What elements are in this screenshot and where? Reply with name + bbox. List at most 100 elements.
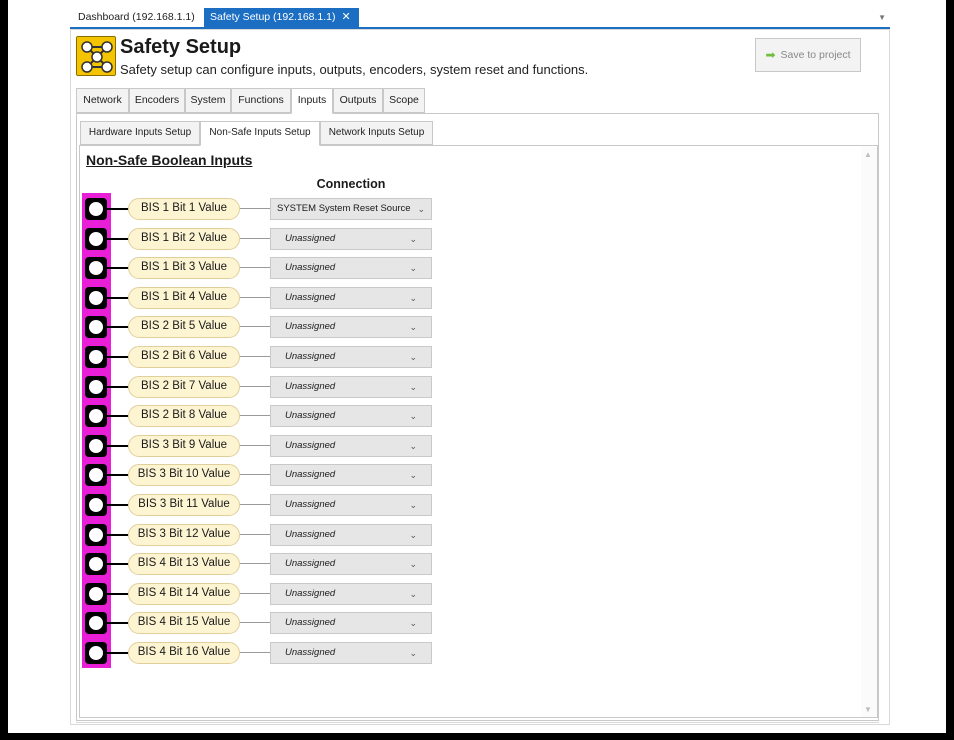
chevron-down-icon: ⌄ bbox=[409, 529, 417, 540]
tab-functions[interactable]: Functions bbox=[231, 88, 291, 113]
input-row: BIS 1 Bit 2 Value Unassigned ⌄ bbox=[0, 227, 450, 251]
connection-select[interactable]: Unassigned ⌄ bbox=[270, 257, 432, 280]
connection-select[interactable]: Unassigned ⌄ bbox=[270, 346, 432, 368]
connector-line bbox=[240, 296, 270, 298]
close-icon[interactable]: ✕ bbox=[342, 11, 351, 23]
connector-line bbox=[240, 592, 270, 594]
chevron-down-icon: ⌄ bbox=[409, 352, 417, 362]
input-label[interactable]: BIS 2 Bit 5 Value bbox=[128, 316, 240, 339]
input-node-icon[interactable] bbox=[85, 553, 107, 576]
connection-select[interactable]: Unassigned ⌄ bbox=[270, 582, 432, 605]
input-label[interactable]: BIS 1 Bit 3 Value bbox=[128, 257, 240, 280]
connector-line bbox=[240, 563, 270, 565]
window-frame-right bbox=[946, 0, 954, 740]
input-label[interactable]: BIS 1 Bit 4 Value bbox=[128, 286, 240, 309]
tab-network[interactable]: Network bbox=[76, 88, 129, 113]
input-node-icon[interactable] bbox=[85, 582, 107, 605]
scroll-up-icon[interactable]: ▲ bbox=[864, 150, 872, 159]
input-label[interactable]: BIS 4 Bit 16 Value bbox=[128, 642, 240, 664]
connection-select[interactable]: Unassigned ⌄ bbox=[270, 405, 432, 428]
input-node-icon[interactable] bbox=[85, 612, 107, 635]
tab-overflow-icon[interactable]: ▼ bbox=[878, 13, 886, 22]
input-node-icon[interactable] bbox=[85, 642, 107, 664]
node-dot bbox=[89, 527, 103, 542]
input-label[interactable]: BIS 4 Bit 14 Value bbox=[128, 582, 240, 605]
connector-line bbox=[107, 237, 129, 240]
connector-line bbox=[240, 208, 270, 209]
connector-line bbox=[107, 652, 129, 654]
tab-non-safe-inputs-setup[interactable]: Non-Safe Inputs Setup bbox=[200, 121, 320, 146]
input-label[interactable]: BIS 4 Bit 13 Value bbox=[128, 553, 240, 576]
input-node-icon[interactable] bbox=[85, 375, 107, 398]
doc-tab-safety-setup[interactable]: Safety Setup (192.168.1.1) ✕ bbox=[204, 8, 359, 27]
tab-hardware-inputs-setup[interactable]: Hardware Inputs Setup bbox=[80, 121, 200, 145]
input-node-icon[interactable] bbox=[85, 405, 107, 428]
connection-select[interactable]: Unassigned ⌄ bbox=[270, 434, 432, 457]
input-label[interactable]: BIS 3 Bit 9 Value bbox=[128, 434, 240, 457]
vertical-scrollbar[interactable]: ▲ ▼ bbox=[861, 147, 877, 717]
connector-line bbox=[107, 474, 129, 477]
tab-encoders[interactable]: Encoders bbox=[129, 88, 185, 113]
tab-inputs[interactable]: Inputs bbox=[291, 88, 333, 114]
connection-value: Unassigned bbox=[285, 499, 336, 510]
input-node-icon[interactable] bbox=[85, 286, 107, 309]
connection-select[interactable]: Unassigned ⌄ bbox=[270, 316, 432, 339]
save-to-project-button[interactable]: ➡ Save to project bbox=[755, 38, 861, 72]
input-node-icon[interactable] bbox=[85, 316, 107, 339]
connection-select[interactable]: Unassigned ⌄ bbox=[270, 553, 432, 576]
connection-value: Unassigned bbox=[285, 262, 336, 274]
input-node-icon[interactable] bbox=[85, 523, 107, 546]
input-label[interactable]: BIS 2 Bit 7 Value bbox=[128, 375, 240, 398]
input-row: BIS 1 Bit 1 Value SYSTEM System Reset Sou… bbox=[0, 197, 450, 221]
doc-tab-dashboard[interactable]: Dashboard (192.168.1.1) bbox=[72, 8, 201, 27]
input-label[interactable]: BIS 3 Bit 11 Value bbox=[128, 494, 240, 516]
input-node-icon[interactable] bbox=[85, 257, 107, 280]
input-node-icon[interactable] bbox=[85, 346, 107, 368]
input-row: BIS 1 Bit 4 Value Unassigned ⌄ bbox=[0, 286, 450, 310]
tab-scope[interactable]: Scope bbox=[383, 88, 425, 113]
input-node-icon[interactable] bbox=[85, 464, 107, 487]
node-dot bbox=[89, 557, 103, 572]
connection-value: Unassigned bbox=[285, 439, 336, 451]
connection-select[interactable]: Unassigned ⌄ bbox=[270, 375, 432, 398]
connection-select[interactable]: Unassigned ⌄ bbox=[270, 464, 432, 487]
input-row: BIS 3 Bit 9 Value Unassigned ⌄ bbox=[0, 434, 450, 458]
input-label[interactable]: BIS 3 Bit 10 Value bbox=[128, 464, 240, 487]
input-label[interactable]: BIS 1 Bit 1 Value bbox=[128, 198, 240, 220]
scroll-down-icon[interactable]: ▼ bbox=[864, 705, 872, 714]
input-label[interactable]: BIS 2 Bit 6 Value bbox=[128, 346, 240, 368]
connector-line bbox=[240, 415, 270, 417]
chevron-down-icon: ⌄ bbox=[409, 500, 417, 510]
input-node-icon[interactable] bbox=[85, 494, 107, 516]
connection-select[interactable]: SYSTEM System Reset Source ⌄ bbox=[270, 198, 432, 220]
connection-select[interactable]: Unassigned ⌄ bbox=[270, 523, 432, 546]
input-label[interactable]: BIS 1 Bit 2 Value bbox=[128, 227, 240, 250]
input-node-icon[interactable] bbox=[85, 198, 107, 220]
input-row: BIS 2 Bit 5 Value Unassigned ⌄ bbox=[0, 315, 450, 339]
input-label[interactable]: BIS 3 Bit 12 Value bbox=[128, 523, 240, 546]
connector-line bbox=[240, 326, 270, 328]
connection-select[interactable]: Unassigned ⌄ bbox=[270, 612, 432, 635]
connection-select[interactable]: Unassigned ⌄ bbox=[270, 494, 432, 516]
connection-select[interactable]: Unassigned ⌄ bbox=[270, 227, 432, 250]
input-node-icon[interactable] bbox=[85, 434, 107, 457]
connection-select[interactable]: Unassigned ⌄ bbox=[270, 642, 432, 664]
input-node-icon[interactable] bbox=[85, 227, 107, 250]
tab-system[interactable]: System bbox=[185, 88, 231, 113]
tab-outputs[interactable]: Outputs bbox=[333, 88, 383, 113]
tab-network-inputs-setup[interactable]: Network Inputs Setup bbox=[320, 121, 433, 145]
connector-line bbox=[107, 356, 129, 358]
connector-line bbox=[107, 415, 129, 418]
input-label[interactable]: BIS 2 Bit 8 Value bbox=[128, 405, 240, 428]
connector-line bbox=[107, 326, 129, 329]
chevron-down-icon: ⌄ bbox=[417, 204, 425, 214]
input-row: BIS 4 Bit 13 Value Unassigned ⌄ bbox=[0, 552, 450, 576]
input-label[interactable]: BIS 4 Bit 15 Value bbox=[128, 612, 240, 635]
chevron-down-icon: ⌄ bbox=[409, 559, 417, 570]
connector-line bbox=[107, 385, 129, 388]
connection-select[interactable]: Unassigned ⌄ bbox=[270, 286, 432, 309]
connector-line bbox=[107, 444, 129, 447]
connector-line bbox=[240, 237, 270, 239]
connector-line bbox=[107, 208, 129, 210]
connector-line bbox=[240, 474, 270, 476]
